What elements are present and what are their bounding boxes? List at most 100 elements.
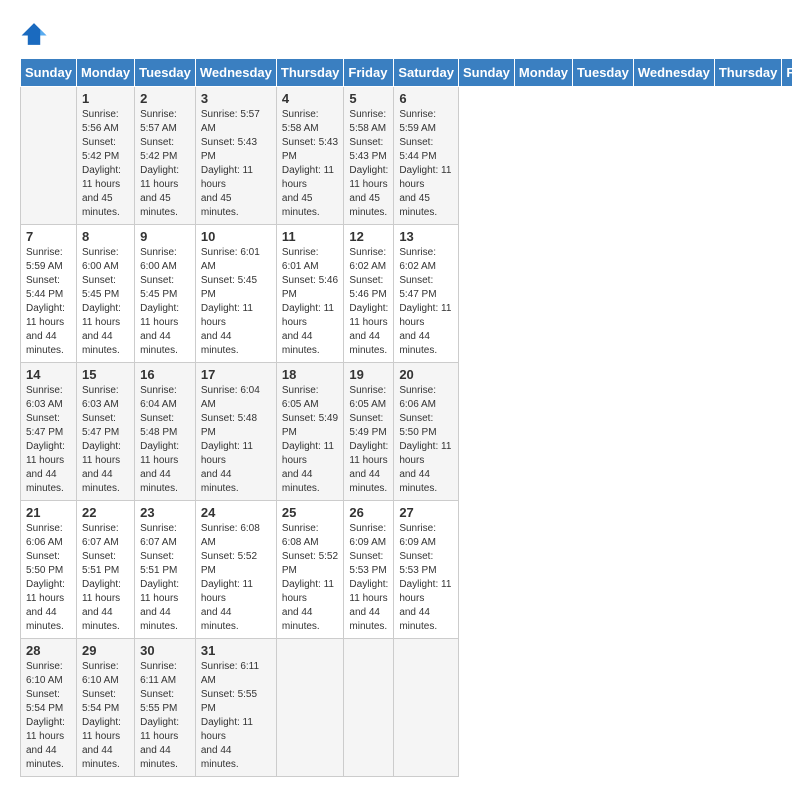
calendar-cell: 20Sunrise: 6:06 AM Sunset: 5:50 PM Dayli… bbox=[394, 363, 459, 501]
cell-info: Sunrise: 5:57 AM Sunset: 5:43 PM Dayligh… bbox=[201, 108, 271, 220]
cell-info: Sunrise: 6:09 AM Sunset: 5:53 PM Dayligh… bbox=[399, 522, 453, 634]
cell-info: Sunrise: 6:07 AM Sunset: 5:51 PM Dayligh… bbox=[140, 522, 190, 634]
header-thursday: Thursday bbox=[714, 59, 782, 87]
day-number: 23 bbox=[140, 505, 190, 520]
calendar-cell: 18 Sunrise: 6:05 AM Sunset: 5:49 PM Dayli… bbox=[276, 363, 344, 501]
cell-info: Sunrise: 5:59 AM Sunset: 5:44 PM Dayligh… bbox=[399, 108, 453, 220]
cell-info: Sunrise: 6:10 AM Sunset: 5:54 PM Dayligh… bbox=[82, 660, 129, 772]
calendar-cell bbox=[394, 639, 459, 777]
day-number: 15 bbox=[82, 367, 129, 382]
day-number: 29 bbox=[82, 643, 129, 658]
day-number: 21 bbox=[26, 505, 71, 520]
calendar-cell: 14Sunrise: 6:03 AM Sunset: 5:47 PM Dayli… bbox=[21, 363, 77, 501]
day-number: 7 bbox=[26, 229, 71, 244]
cell-info: Sunrise: 6:00 AM Sunset: 5:45 PM Dayligh… bbox=[140, 246, 190, 358]
header-tuesday: Tuesday bbox=[573, 59, 634, 87]
calendar-table: SundayMondayTuesdayWednesdayThursdayFrid… bbox=[20, 58, 792, 777]
cell-info: Sunrise: 5:59 AM Sunset: 5:44 PM Dayligh… bbox=[26, 246, 71, 358]
calendar-cell: 3 Sunrise: 5:57 AM Sunset: 5:43 PM Daylig… bbox=[195, 87, 276, 225]
day-number: 16 bbox=[140, 367, 190, 382]
header-saturday: Saturday bbox=[394, 59, 459, 87]
calendar-cell: 31 Sunrise: 6:11 AM Sunset: 5:55 PM Dayli… bbox=[195, 639, 276, 777]
calendar-cell bbox=[344, 639, 394, 777]
day-number: 18 bbox=[282, 367, 339, 382]
calendar-cell: 11 Sunrise: 6:01 AM Sunset: 5:46 PM Dayli… bbox=[276, 225, 344, 363]
cell-info: Sunrise: 5:58 AM Sunset: 5:43 PM Dayligh… bbox=[282, 108, 339, 220]
cell-info: Sunrise: 6:03 AM Sunset: 5:47 PM Dayligh… bbox=[26, 384, 71, 496]
cell-info: Sunrise: 6:08 AM Sunset: 5:52 PM Dayligh… bbox=[201, 522, 271, 634]
calendar-cell: 24Sunrise: 6:08 AM Sunset: 5:52 PM Dayli… bbox=[195, 501, 276, 639]
header-thursday: Thursday bbox=[276, 59, 344, 87]
header-sunday: Sunday bbox=[458, 59, 514, 87]
calendar-cell: 8Sunrise: 6:00 AM Sunset: 5:45 PM Daylig… bbox=[76, 225, 134, 363]
calendar-cell: 25 Sunrise: 6:08 AM Sunset: 5:52 PM Dayli… bbox=[276, 501, 344, 639]
header-monday: Monday bbox=[514, 59, 572, 87]
calendar-cell: 7 Sunrise: 5:59 AM Sunset: 5:44 PM Daylig… bbox=[21, 225, 77, 363]
cell-info: Sunrise: 6:11 AM Sunset: 5:55 PM Dayligh… bbox=[140, 660, 190, 772]
day-number: 25 bbox=[282, 505, 339, 520]
calendar-cell: 28Sunrise: 6:10 AM Sunset: 5:54 PM Dayli… bbox=[21, 639, 77, 777]
calendar-cell: 17Sunrise: 6:04 AM Sunset: 5:48 PM Dayli… bbox=[195, 363, 276, 501]
header-friday: Friday bbox=[782, 59, 792, 87]
cell-info: Sunrise: 6:04 AM Sunset: 5:48 PM Dayligh… bbox=[140, 384, 190, 496]
day-number: 1 bbox=[82, 91, 129, 106]
cell-info: Sunrise: 6:05 AM Sunset: 5:49 PM Dayligh… bbox=[349, 384, 388, 496]
cell-info: Sunrise: 6:10 AM Sunset: 5:54 PM Dayligh… bbox=[26, 660, 71, 772]
logo bbox=[20, 20, 52, 48]
cell-info: Sunrise: 6:07 AM Sunset: 5:51 PM Dayligh… bbox=[82, 522, 129, 634]
cell-info: Sunrise: 6:02 AM Sunset: 5:46 PM Dayligh… bbox=[349, 246, 388, 358]
day-number: 9 bbox=[140, 229, 190, 244]
calendar-cell: 5Sunrise: 5:58 AM Sunset: 5:43 PM Daylig… bbox=[344, 87, 394, 225]
calendar-cell: 19Sunrise: 6:05 AM Sunset: 5:49 PM Dayli… bbox=[344, 363, 394, 501]
cell-info: Sunrise: 6:06 AM Sunset: 5:50 PM Dayligh… bbox=[26, 522, 71, 634]
cell-info: Sunrise: 6:11 AM Sunset: 5:55 PM Dayligh… bbox=[201, 660, 271, 772]
cell-info: Sunrise: 6:05 AM Sunset: 5:49 PM Dayligh… bbox=[282, 384, 339, 496]
calendar-cell: 13 Sunrise: 6:02 AM Sunset: 5:47 PM Dayli… bbox=[394, 225, 459, 363]
calendar-cell: 22 Sunrise: 6:07 AM Sunset: 5:51 PM Dayli… bbox=[76, 501, 134, 639]
cell-info: Sunrise: 6:00 AM Sunset: 5:45 PM Dayligh… bbox=[82, 246, 129, 358]
calendar-cell: 27 Sunrise: 6:09 AM Sunset: 5:53 PM Dayli… bbox=[394, 501, 459, 639]
day-number: 13 bbox=[399, 229, 453, 244]
header-monday: Monday bbox=[76, 59, 134, 87]
cell-info: Sunrise: 5:57 AM Sunset: 5:42 PM Dayligh… bbox=[140, 108, 190, 220]
day-number: 31 bbox=[201, 643, 271, 658]
page-header bbox=[20, 20, 772, 48]
day-number: 11 bbox=[282, 229, 339, 244]
cell-info: Sunrise: 5:58 AM Sunset: 5:43 PM Dayligh… bbox=[349, 108, 388, 220]
cell-info: Sunrise: 6:09 AM Sunset: 5:53 PM Dayligh… bbox=[349, 522, 388, 634]
cell-info: Sunrise: 6:01 AM Sunset: 5:46 PM Dayligh… bbox=[282, 246, 339, 358]
header-friday: Friday bbox=[344, 59, 394, 87]
day-number: 20 bbox=[399, 367, 453, 382]
calendar-cell: 9 Sunrise: 6:00 AM Sunset: 5:45 PM Daylig… bbox=[135, 225, 196, 363]
header-wednesday: Wednesday bbox=[195, 59, 276, 87]
day-number: 22 bbox=[82, 505, 129, 520]
calendar-cell: 15Sunrise: 6:03 AM Sunset: 5:47 PM Dayli… bbox=[76, 363, 134, 501]
calendar-header-row: SundayMondayTuesdayWednesdayThursdayFrid… bbox=[21, 59, 792, 87]
calendar-cell bbox=[276, 639, 344, 777]
calendar-cell: 4Sunrise: 5:58 AM Sunset: 5:43 PM Daylig… bbox=[276, 87, 344, 225]
cell-info: Sunrise: 5:56 AM Sunset: 5:42 PM Dayligh… bbox=[82, 108, 129, 220]
week-row-1: 1 Sunrise: 5:56 AM Sunset: 5:42 PM Daylig… bbox=[21, 87, 792, 225]
cell-info: Sunrise: 6:02 AM Sunset: 5:47 PM Dayligh… bbox=[399, 246, 453, 358]
calendar-cell: 30 Sunrise: 6:11 AM Sunset: 5:55 PM Dayli… bbox=[135, 639, 196, 777]
cell-info: Sunrise: 6:08 AM Sunset: 5:52 PM Dayligh… bbox=[282, 522, 339, 634]
cell-info: Sunrise: 6:04 AM Sunset: 5:48 PM Dayligh… bbox=[201, 384, 271, 496]
calendar-cell: 6 Sunrise: 5:59 AM Sunset: 5:44 PM Daylig… bbox=[394, 87, 459, 225]
day-number: 30 bbox=[140, 643, 190, 658]
calendar-cell: 2 Sunrise: 5:57 AM Sunset: 5:42 PM Daylig… bbox=[135, 87, 196, 225]
calendar-cell: 26 Sunrise: 6:09 AM Sunset: 5:53 PM Dayli… bbox=[344, 501, 394, 639]
calendar-cell bbox=[21, 87, 77, 225]
logo-icon bbox=[20, 20, 48, 48]
day-number: 6 bbox=[399, 91, 453, 106]
day-number: 2 bbox=[140, 91, 190, 106]
week-row-2: 7 Sunrise: 5:59 AM Sunset: 5:44 PM Daylig… bbox=[21, 225, 792, 363]
day-number: 3 bbox=[201, 91, 271, 106]
day-number: 26 bbox=[349, 505, 388, 520]
calendar-cell: 12Sunrise: 6:02 AM Sunset: 5:46 PM Dayli… bbox=[344, 225, 394, 363]
calendar-cell: 29 Sunrise: 6:10 AM Sunset: 5:54 PM Dayli… bbox=[76, 639, 134, 777]
week-row-5: 28Sunrise: 6:10 AM Sunset: 5:54 PM Dayli… bbox=[21, 639, 792, 777]
header-sunday: Sunday bbox=[21, 59, 77, 87]
day-number: 27 bbox=[399, 505, 453, 520]
calendar-cell: 16 Sunrise: 6:04 AM Sunset: 5:48 PM Dayli… bbox=[135, 363, 196, 501]
calendar-cell: 1 Sunrise: 5:56 AM Sunset: 5:42 PM Daylig… bbox=[76, 87, 134, 225]
